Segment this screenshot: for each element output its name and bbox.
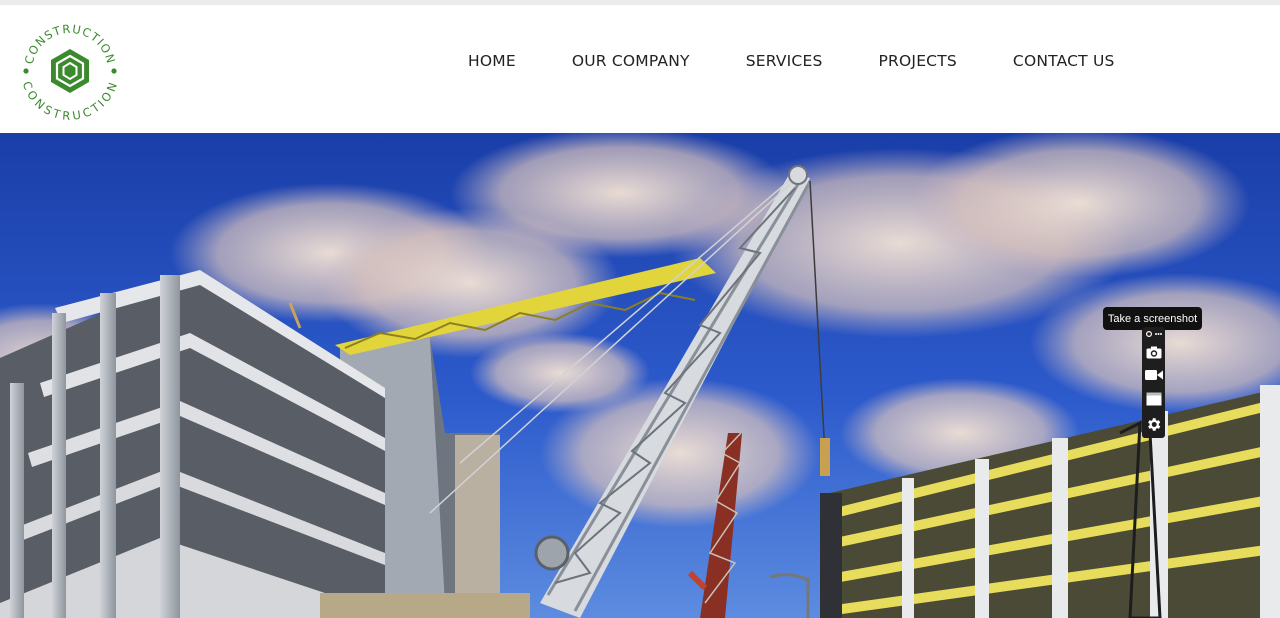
screenshot-toolbar bbox=[1142, 327, 1165, 438]
construction-logo[interactable]: CONSTRUCTION CONSTRUCTION bbox=[18, 19, 122, 123]
nav-projects[interactable]: PROJECTS bbox=[879, 52, 957, 70]
nav-our-company[interactable]: OUR COMPANY bbox=[572, 52, 690, 70]
gear-icon[interactable] bbox=[1142, 412, 1165, 436]
nav-home[interactable]: HOME bbox=[468, 52, 516, 70]
site-header: CONSTRUCTION CONSTRUCTION HOME OUR COMPA… bbox=[0, 5, 1280, 133]
video-icon[interactable] bbox=[1142, 364, 1165, 386]
hero-banner bbox=[0, 133, 1280, 618]
main-navigation: HOME OUR COMPANY SERVICES PROJECTS CONTA… bbox=[440, 5, 1171, 117]
logo-emblem: CONSTRUCTION CONSTRUCTION bbox=[20, 22, 119, 123]
hero-image bbox=[0, 133, 1280, 618]
grip-icon[interactable] bbox=[1142, 328, 1165, 340]
nav-services[interactable]: SERVICES bbox=[746, 52, 823, 70]
nav-contact-us[interactable]: CONTACT US bbox=[1013, 52, 1115, 70]
camera-icon[interactable] bbox=[1142, 341, 1165, 363]
window-icon[interactable] bbox=[1142, 387, 1165, 411]
